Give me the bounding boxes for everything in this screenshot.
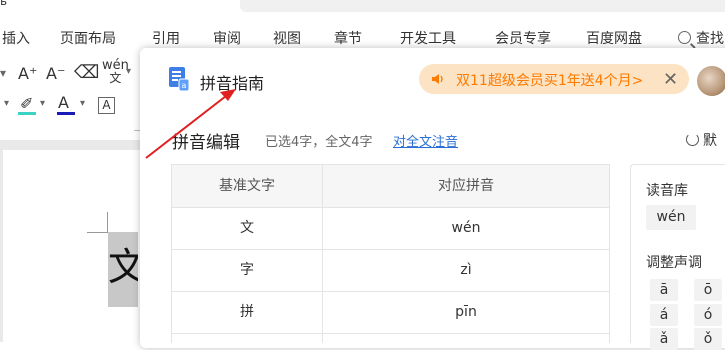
annotation-arrow xyxy=(145,89,236,159)
